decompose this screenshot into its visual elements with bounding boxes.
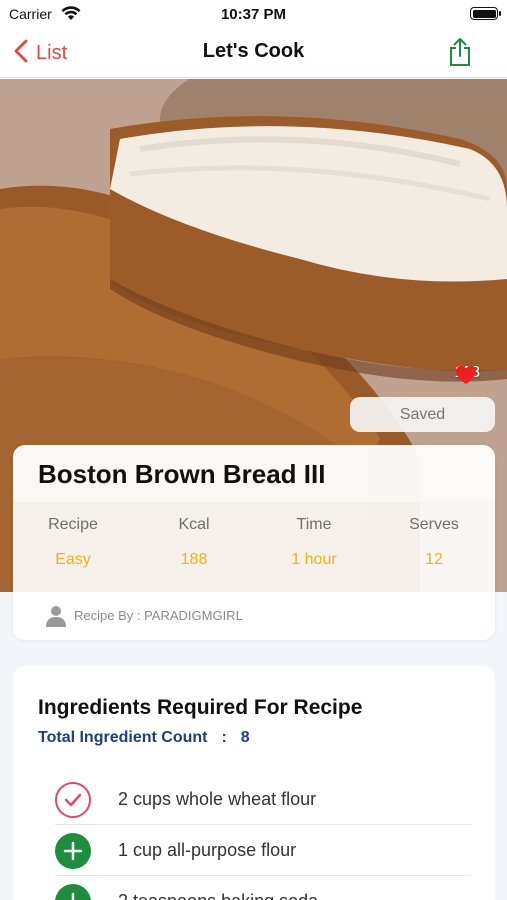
stat-label: Recipe [48,516,98,533]
stat-value: 12 [425,551,443,568]
ingredients-heading: Ingredients Required For Recipe [38,696,363,719]
stat-kcal: Kcal 188 [134,516,254,569]
share-button[interactable] [449,37,471,71]
stat-difficulty: Recipe Easy [13,516,133,569]
page-title: Let's Cook [202,40,305,62]
ingredients-card: Ingredients Required For Recipe Total In… [13,666,495,900]
likes-indicator: 118 [454,364,487,384]
stat-value: 188 [180,551,208,568]
saved-button[interactable]: Saved [350,397,495,432]
author-label: Recipe By : PARADIGMGIRL [74,608,243,623]
ingredient-text: 1 cup all-purpose flour [118,840,297,860]
ingredient-text: 2 teaspoons baking soda [118,891,318,900]
ingredient-count-separator: : [221,729,227,746]
recipe-title: Boston Brown Bread III [38,459,326,489]
status-bar: Carrier 10:37 PM [0,0,507,28]
stat-label: Serves [409,516,459,533]
stat-label: Kcal [178,516,210,533]
stat-serves: Serves 12 [374,516,494,569]
stat-value: 1 hour [291,551,337,568]
navigation-bar: List Let's Cook [0,28,507,78]
ingredient-item[interactable]: 1 cup all-purpose flour [55,825,471,876]
stat-label: Time [296,516,332,533]
stat-time: Time 1 hour [254,516,374,569]
ingredient-item[interactable]: 2 cups whole wheat flour [55,774,471,825]
recipe-title-area: Boston Brown Bread III [13,445,495,502]
person-icon [46,605,66,631]
ingredient-item[interactable]: 2 teaspoons baking soda [55,876,471,900]
recipe-author: Recipe By : PARADIGMGIRL [13,592,495,640]
check-icon[interactable] [55,782,91,818]
clock-time: 10:37 PM [220,6,287,23]
ingredient-text: 2 cups whole wheat flour [118,789,317,809]
share-icon [449,38,471,71]
ingredient-count-value: 8 [240,729,250,746]
plus-icon[interactable] [55,884,91,900]
plus-icon[interactable] [55,833,91,869]
stat-value: Easy [55,551,91,568]
battery-icon [470,7,501,20]
ingredient-count-label: Total Ingredient Count [38,729,208,746]
ingredient-count: Total Ingredient Count:8 [38,729,250,747]
recipe-summary-card: Boston Brown Bread III Recipe Easy Kcal … [13,445,495,640]
recipe-stats: Recipe Easy Kcal 188 Time 1 hour Serves … [13,502,495,592]
ingredient-list: 2 cups whole wheat flour 1 cup all-purpo… [55,774,471,900]
